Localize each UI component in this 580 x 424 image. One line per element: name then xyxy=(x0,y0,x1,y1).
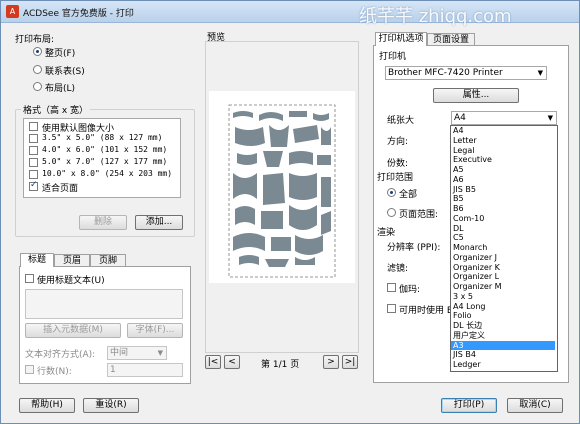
paper-size-option[interactable]: A5 xyxy=(453,165,464,175)
cancel-button[interactable]: 取消(C) xyxy=(507,398,563,413)
format-item[interactable]: 3.5" x 5.0" (88 x 127 mm) xyxy=(42,133,162,142)
paper-size-option[interactable]: Organizer J xyxy=(453,253,497,263)
range-pages-label[interactable]: 页面范围: xyxy=(399,207,438,220)
alignment-label: 文本对齐方式(A): xyxy=(25,350,96,360)
radio-layout[interactable] xyxy=(33,82,42,91)
paper-size-option[interactable]: B6 xyxy=(453,204,464,214)
range-all-label[interactable]: 全部 xyxy=(399,187,417,200)
preview-page xyxy=(209,91,355,283)
printer-group-title: 打印机 xyxy=(379,52,407,62)
help-button[interactable]: 帮助(H) xyxy=(19,398,75,413)
next-page-button[interactable]: > xyxy=(323,355,339,369)
paper-size-value: A4 xyxy=(454,113,466,123)
filter-label: 滤镜: xyxy=(387,264,409,274)
printer-value: Brother MFC-7420 Printer xyxy=(388,68,503,78)
insert-metadata-button[interactable]: 插入元数据(M) xyxy=(25,323,121,338)
preview-image xyxy=(228,104,336,278)
copies-label: 份数: xyxy=(387,159,409,169)
format-item[interactable]: 10.0" x 8.0" (254 x 203 mm) xyxy=(42,169,172,178)
chevron-down-icon: ▼ xyxy=(157,349,163,357)
alignment-select[interactable]: 中间 ▼ xyxy=(107,346,167,360)
lines-input[interactable]: 1 xyxy=(107,363,183,377)
printer-select[interactable]: Brother MFC-7420 Printer ▼ xyxy=(385,66,547,80)
page-indicator: 第 1/1 页 xyxy=(261,360,300,370)
paper-size-option[interactable]: A4 xyxy=(453,126,464,136)
resolution-label: 分辨率 (PPI): xyxy=(387,243,441,253)
format-group-title: 格式（高 x 宽） xyxy=(21,103,91,116)
format-item[interactable]: 4.0" x 6.0" (101 x 152 mm) xyxy=(42,145,167,154)
orientation-label: 方向: xyxy=(387,137,409,147)
format-checkbox-10x8[interactable] xyxy=(29,170,38,179)
gamma-checkbox[interactable] xyxy=(387,283,396,292)
delete-button[interactable]: 删除 xyxy=(79,215,127,230)
print-range-title: 打印范围 xyxy=(377,173,414,183)
caption-text-area[interactable] xyxy=(25,289,183,319)
window-title: ACDSee 官方免费版 - 打印 xyxy=(23,9,134,19)
font-button[interactable]: 字体(F)... xyxy=(127,323,183,338)
format-item[interactable]: 5.0" x 7.0" (127 x 177 mm) xyxy=(42,157,167,166)
chevron-down-icon: ▼ xyxy=(547,114,553,122)
first-page-button[interactable]: |< xyxy=(205,355,221,369)
paper-size-option[interactable]: 3 x 5 xyxy=(453,292,473,302)
paper-size-option[interactable]: B5 xyxy=(453,194,464,204)
radio-contact-sheet[interactable] xyxy=(33,65,42,74)
paper-size-label: 纸张大 xyxy=(387,116,415,126)
radio-full-page[interactable] xyxy=(33,47,42,56)
paper-size-option[interactable]: Monarch xyxy=(453,243,487,253)
layout-group-title: 打印布局: xyxy=(15,35,55,45)
paper-size-option[interactable]: C5 xyxy=(453,233,464,243)
print-dialog: A ACDSee 官方免费版 - 打印 纸芊芊 zhiqq.com 打印布局: … xyxy=(0,0,580,424)
format-checkbox-3x5[interactable] xyxy=(29,134,38,143)
paper-size-option[interactable]: Organizer K xyxy=(453,263,500,273)
render-title: 渲染 xyxy=(377,228,396,238)
gamma-label[interactable]: 伽玛: xyxy=(399,282,420,295)
paper-size-option[interactable]: JIS B4 xyxy=(453,350,476,360)
radio-range-all[interactable] xyxy=(387,188,396,197)
radio-full-page-label[interactable]: 整页(F) xyxy=(45,46,75,59)
paper-size-option[interactable]: JIS B5 xyxy=(453,185,476,195)
use-caption-checkbox[interactable] xyxy=(25,274,34,283)
title-bar: A ACDSee 官方免费版 - 打印 纸芊芊 zhiqq.com xyxy=(1,1,579,27)
chevron-down-icon: ▼ xyxy=(537,69,543,77)
format-item[interactable]: 适合页面 xyxy=(42,181,78,194)
tab-caption[interactable]: 标题 xyxy=(20,253,54,267)
paper-size-select[interactable]: A4 ▼ xyxy=(451,111,557,125)
paper-size-option[interactable]: Ledger xyxy=(453,360,481,370)
radio-range-pages[interactable] xyxy=(387,208,396,217)
paper-size-option[interactable]: Organizer M xyxy=(453,282,502,292)
add-button[interactable]: 添加... xyxy=(135,215,183,230)
alignment-value: 中间 xyxy=(110,348,129,358)
properties-button[interactable]: 属性... xyxy=(433,88,519,103)
paper-size-option[interactable]: DL xyxy=(453,224,464,234)
paper-size-option[interactable]: Letter xyxy=(453,136,477,146)
print-button[interactable]: 打印(P) xyxy=(441,398,497,413)
lines-label: 行数(N): xyxy=(37,367,72,377)
paper-size-option[interactable]: Executive xyxy=(453,155,492,165)
paper-size-option[interactable]: Legal xyxy=(453,146,474,156)
use-caption-label[interactable]: 使用标题文本(U) xyxy=(37,273,105,286)
paper-size-option[interactable]: Organizer L xyxy=(453,272,499,282)
format-checkbox-fit-page[interactable] xyxy=(29,180,38,191)
prev-page-button[interactable]: < xyxy=(224,355,240,369)
last-page-button[interactable]: >| xyxy=(342,355,358,369)
paper-size-option[interactable]: Com-10 xyxy=(453,214,484,224)
paper-size-option[interactable]: DL 长边 xyxy=(453,321,482,331)
reset-button[interactable]: 重设(R) xyxy=(83,398,139,413)
paper-size-option[interactable]: A3 xyxy=(451,340,555,351)
watermark: 纸芊芊 zhiqq.com xyxy=(359,6,512,27)
radio-layout-label[interactable]: 布局(L) xyxy=(45,81,75,94)
paper-size-option[interactable]: Folio xyxy=(453,311,472,321)
format-checkbox-4x6[interactable] xyxy=(29,146,38,155)
paper-size-option[interactable]: 用户定义 xyxy=(453,331,485,341)
acdsee-app-icon: A xyxy=(6,5,19,18)
radio-contact-sheet-label[interactable]: 联系表(S) xyxy=(45,64,85,77)
use-available-checkbox[interactable] xyxy=(387,304,396,313)
tab-printer-options[interactable]: 打印机选项 xyxy=(375,32,427,46)
format-checkbox-default[interactable] xyxy=(29,122,38,131)
use-available-label[interactable]: 可用时使用 E xyxy=(399,303,453,316)
lines-checkbox[interactable] xyxy=(25,365,34,374)
format-checkbox-5x7[interactable] xyxy=(29,158,38,167)
paper-size-option[interactable]: A6 xyxy=(453,175,464,185)
paper-size-option[interactable]: A4 Long xyxy=(453,302,485,312)
